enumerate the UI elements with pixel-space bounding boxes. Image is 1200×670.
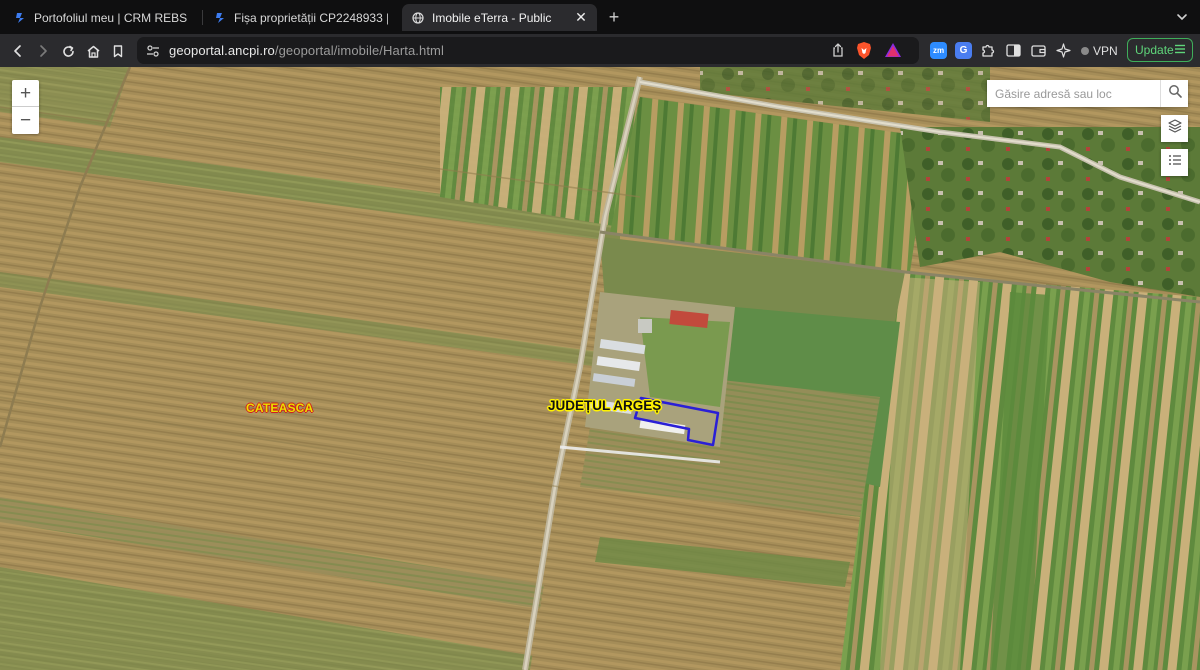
search-button[interactable] (1160, 80, 1188, 107)
layer-list-button[interactable] (1161, 149, 1188, 176)
bookmark-icon[interactable] (108, 41, 128, 61)
wallet-icon[interactable] (1030, 42, 1047, 59)
extensions-puzzle-icon[interactable] (980, 42, 997, 59)
back-button[interactable] (8, 41, 28, 61)
chevron-down-icon[interactable] (1174, 9, 1190, 25)
tab-strip: Portofoliul meu | CRM REBS Fișa propriet… (0, 0, 1200, 34)
browser-toolbar: geoportal.ancpi.ro/geoportal/imobile/Har… (0, 34, 1200, 67)
share-icon[interactable] (830, 42, 846, 58)
site-settings-icon[interactable] (145, 43, 161, 59)
url-path: /geoportal/imobile/Harta.html (274, 43, 444, 58)
zoom-out-button[interactable]: − (12, 107, 39, 134)
rebs-logo-icon (14, 12, 26, 24)
vpn-status-icon (1081, 46, 1089, 55)
new-tab-button[interactable]: + (605, 8, 623, 26)
address-search (987, 80, 1188, 107)
basemap-gallery-button[interactable] (1161, 115, 1188, 142)
tab-title: Imobile eTerra - Public (432, 10, 552, 25)
tab-title: Portofoliul meu | CRM REBS (34, 10, 188, 25)
map-view[interactable]: CATEASCA JUDEȚUL ARGEȘ + − (0, 67, 1200, 670)
brave-rewards-icon[interactable] (884, 42, 902, 59)
globe-icon (412, 11, 424, 24)
county-label: JUDEȚUL ARGEȘ (548, 398, 662, 413)
translate-extension-icon[interactable]: G (955, 42, 972, 59)
home-button[interactable] (83, 41, 103, 61)
tab-fisa-proprietatii[interactable]: Fișa proprietății CP2248933 | CRM (204, 4, 398, 31)
list-icon (1167, 152, 1183, 173)
basemap-icon (1167, 118, 1183, 139)
search-icon (1168, 84, 1182, 103)
zoom-control: + − (12, 80, 39, 134)
update-button[interactable]: Update (1127, 38, 1193, 62)
update-label: Update (1135, 43, 1174, 57)
locality-label: CATEASCA (246, 401, 314, 415)
rebs-logo-icon (214, 12, 226, 24)
tab-imobile-eterra[interactable]: Imobile eTerra - Public ✕ (402, 4, 597, 31)
zoom-in-button[interactable]: + (12, 80, 39, 107)
tab-title: Fișa proprietății CP2248933 | CRM (234, 10, 388, 25)
satellite-imagery (0, 67, 1200, 670)
vpn-label: VPN (1093, 43, 1118, 58)
menu-icon (1174, 43, 1186, 58)
vpn-button[interactable]: VPN (1081, 42, 1118, 59)
url-host: geoportal.ancpi.ro (169, 43, 275, 58)
forward-button[interactable] (33, 41, 53, 61)
tab-portofoliu[interactable]: Portofoliul meu | CRM REBS (4, 4, 200, 31)
url-text: geoportal.ancpi.ro/geoportal/imobile/Har… (169, 43, 444, 58)
address-bar[interactable]: geoportal.ancpi.ro/geoportal/imobile/Har… (137, 37, 919, 64)
zoom-extension-icon[interactable]: zm (930, 42, 947, 59)
leo-ai-icon[interactable] (1055, 42, 1072, 59)
sidebar-toggle-icon[interactable] (1005, 42, 1022, 59)
search-input[interactable] (987, 80, 1160, 107)
reload-button[interactable] (58, 41, 78, 61)
brave-shields-icon[interactable] (855, 41, 873, 60)
close-tab-icon[interactable]: ✕ (573, 9, 589, 25)
